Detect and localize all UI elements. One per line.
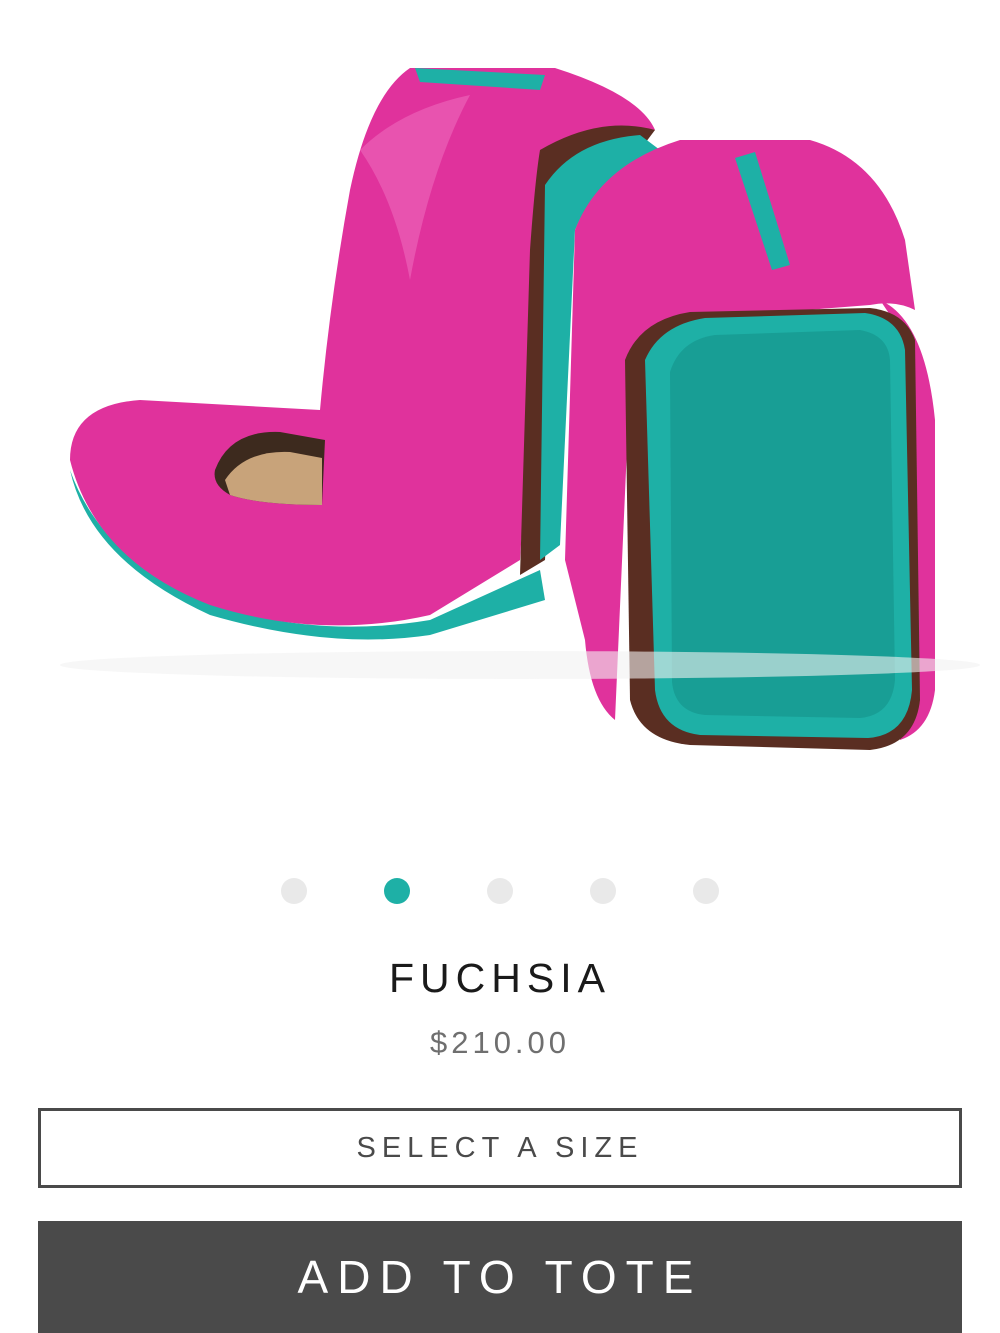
add-to-tote-button[interactable]: ADD TO TOTE: [38, 1221, 962, 1333]
product-image[interactable]: [0, 0, 1000, 840]
carousel-dot-5[interactable]: [693, 878, 719, 904]
carousel-dot-3[interactable]: [487, 878, 513, 904]
carousel-dot-4[interactable]: [590, 878, 616, 904]
product-price: $210.00: [429, 1025, 571, 1060]
carousel-dot-1[interactable]: [281, 878, 307, 904]
carousel-dot-2-active[interactable]: [384, 878, 410, 904]
carousel-dots: [0, 877, 1000, 905]
select-size-button[interactable]: SELECT A SIZE: [38, 1108, 962, 1188]
product-name: FUCHSIA: [389, 955, 611, 1001]
